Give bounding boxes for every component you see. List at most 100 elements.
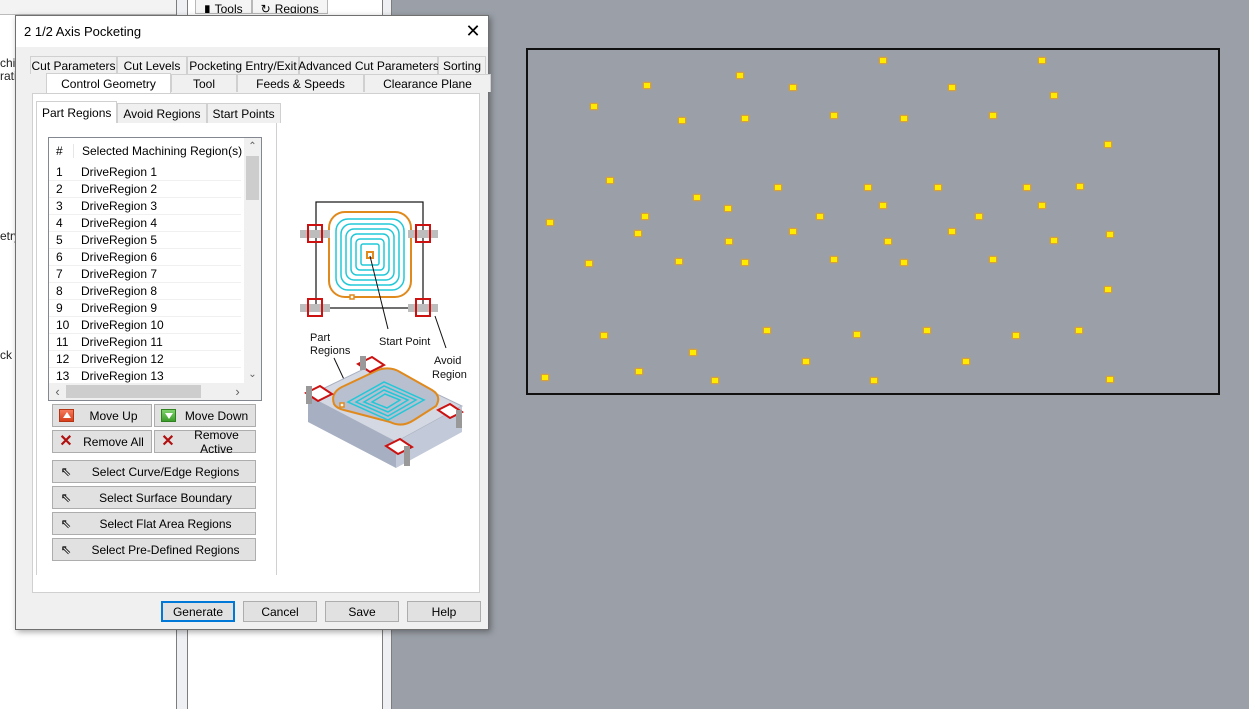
vertical-scrollbar[interactable]: ⌃ ⌄: [244, 138, 261, 383]
point-marker[interactable]: [1107, 232, 1113, 237]
scroll-left-icon[interactable]: ‹: [49, 383, 66, 400]
point-marker[interactable]: [694, 195, 700, 200]
point-marker[interactable]: [586, 261, 592, 266]
list-item[interactable]: 4 DriveRegion 4: [49, 215, 241, 232]
horizontal-scroll-thumb[interactable]: [66, 385, 201, 398]
tab-control-geometry[interactable]: Control Geometry: [46, 73, 171, 93]
list-item[interactable]: 12 DriveRegion 12: [49, 351, 241, 368]
point-marker[interactable]: [831, 113, 837, 118]
vertical-scroll-thumb[interactable]: [246, 156, 259, 200]
select-predefined-regions-button[interactable]: ⇖ Select Pre-Defined Regions: [52, 538, 256, 561]
move-down-button[interactable]: Move Down: [154, 404, 256, 427]
point-marker[interactable]: [690, 350, 696, 355]
ribbon-tab-tools[interactable]: ▮ Tools: [195, 0, 252, 14]
tab-advanced-cut-parameters[interactable]: Advanced Cut Parameters: [298, 56, 439, 74]
subtab-start-points[interactable]: Start Points: [206, 103, 281, 123]
header-number[interactable]: #: [49, 144, 73, 158]
list-item[interactable]: 9 DriveRegion 9: [49, 300, 241, 317]
point-marker[interactable]: [1013, 333, 1019, 338]
point-marker[interactable]: [1105, 142, 1111, 147]
point-marker[interactable]: [547, 220, 553, 225]
tab-sorting[interactable]: Sorting: [438, 56, 486, 74]
point-marker[interactable]: [737, 73, 743, 78]
point-marker[interactable]: [901, 260, 907, 265]
point-marker[interactable]: [1039, 203, 1045, 208]
point-marker[interactable]: [542, 375, 548, 380]
point-marker[interactable]: [990, 257, 996, 262]
list-item[interactable]: 10 DriveRegion 10: [49, 317, 241, 334]
scroll-up-icon[interactable]: ⌃: [244, 138, 261, 155]
point-marker[interactable]: [803, 359, 809, 364]
list-item[interactable]: 11 DriveRegion 11: [49, 334, 241, 351]
point-marker[interactable]: [976, 214, 982, 219]
point-marker[interactable]: [817, 214, 823, 219]
point-marker[interactable]: [880, 203, 886, 208]
point-marker[interactable]: [880, 58, 886, 63]
tab-pocketing-entry-exit[interactable]: Pocketing Entry/Exit: [187, 56, 299, 74]
point-marker[interactable]: [725, 206, 731, 211]
point-marker[interactable]: [1024, 185, 1030, 190]
point-marker[interactable]: [1039, 58, 1045, 63]
tab-cut-parameters[interactable]: Cut Parameters: [30, 56, 117, 74]
remove-active-button[interactable]: ✕ Remove Active: [154, 428, 256, 456]
tab-tool[interactable]: Tool: [171, 74, 237, 92]
point-marker[interactable]: [935, 185, 941, 190]
point-marker[interactable]: [1105, 287, 1111, 292]
point-marker[interactable]: [607, 178, 613, 183]
subtab-avoid-regions[interactable]: Avoid Regions: [117, 103, 207, 123]
point-marker[interactable]: [635, 231, 641, 236]
close-icon[interactable]: ✕: [458, 17, 488, 47]
point-marker[interactable]: [601, 333, 607, 338]
point-marker[interactable]: [764, 328, 770, 333]
point-marker[interactable]: [901, 116, 907, 121]
scroll-down-icon[interactable]: ⌄: [244, 366, 261, 383]
point-marker[interactable]: [854, 332, 860, 337]
list-item[interactable]: 5 DriveRegion 5: [49, 232, 241, 249]
tab-feeds-speeds[interactable]: Feeds & Speeds: [237, 74, 364, 92]
list-item[interactable]: 1 DriveRegion 1: [49, 164, 241, 181]
point-marker[interactable]: [642, 214, 648, 219]
list-item[interactable]: 8 DriveRegion 8: [49, 283, 241, 300]
generate-button[interactable]: Generate: [161, 601, 235, 622]
point-marker[interactable]: [775, 185, 781, 190]
point-marker[interactable]: [790, 229, 796, 234]
point-marker[interactable]: [726, 239, 732, 244]
select-curve-edge-regions-button[interactable]: ⇖ Select Curve/Edge Regions: [52, 460, 256, 483]
horizontal-scrollbar[interactable]: ‹ ›: [49, 383, 246, 400]
help-button[interactable]: Help: [407, 601, 481, 622]
point-marker[interactable]: [831, 257, 837, 262]
point-marker[interactable]: [1051, 238, 1057, 243]
list-item[interactable]: 3 DriveRegion 3: [49, 198, 241, 215]
ribbon-tab-regions[interactable]: ↻ Regions: [251, 0, 328, 14]
tab-cut-levels[interactable]: Cut Levels: [117, 56, 187, 74]
list-item[interactable]: 6 DriveRegion 6: [49, 249, 241, 266]
select-surface-boundary-button[interactable]: ⇖ Select Surface Boundary: [52, 486, 256, 509]
remove-all-button[interactable]: ✕ Remove All: [52, 430, 152, 453]
point-marker[interactable]: [924, 328, 930, 333]
point-marker[interactable]: [636, 369, 642, 374]
subtab-part-regions[interactable]: Part Regions: [36, 101, 118, 123]
point-marker[interactable]: [1077, 184, 1083, 189]
point-marker[interactable]: [644, 83, 650, 88]
tab-clearance-plane[interactable]: Clearance Plane: [364, 74, 491, 92]
select-flat-area-regions-button[interactable]: ⇖ Select Flat Area Regions: [52, 512, 256, 535]
point-marker[interactable]: [990, 113, 996, 118]
point-marker[interactable]: [885, 239, 891, 244]
point-marker[interactable]: [949, 85, 955, 90]
point-marker[interactable]: [742, 116, 748, 121]
point-marker[interactable]: [963, 359, 969, 364]
point-marker[interactable]: [712, 378, 718, 383]
point-marker[interactable]: [1076, 328, 1082, 333]
point-marker[interactable]: [676, 259, 682, 264]
dialog-titlebar[interactable]: 2 1/2 Axis Pocketing ✕: [16, 16, 488, 47]
move-up-button[interactable]: Move Up: [52, 404, 152, 427]
point-marker[interactable]: [865, 185, 871, 190]
point-marker[interactable]: [1107, 377, 1113, 382]
point-marker[interactable]: [679, 118, 685, 123]
regions-list[interactable]: # Selected Machining Region(s) 1 DriveReg…: [48, 137, 262, 401]
cancel-button[interactable]: Cancel: [243, 601, 317, 622]
point-marker[interactable]: [742, 260, 748, 265]
point-marker[interactable]: [1051, 93, 1057, 98]
point-marker[interactable]: [790, 85, 796, 90]
point-marker[interactable]: [871, 378, 877, 383]
